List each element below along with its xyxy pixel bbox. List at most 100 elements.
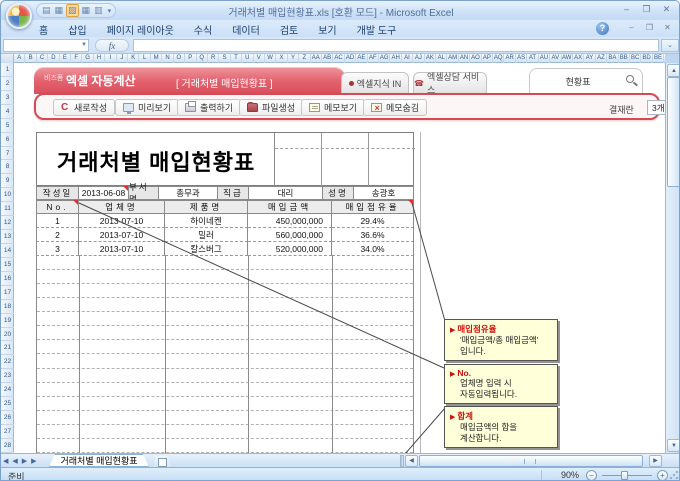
row-number[interactable]: 23 [1,369,14,384]
column-letter[interactable]: AK [425,54,437,63]
empty-row[interactable] [37,411,413,425]
empty-row[interactable] [37,354,413,369]
ribbon-tab-페이지 레이아웃[interactable]: 페이지 레이아웃 [97,20,184,37]
row-number[interactable]: 26 [1,411,14,425]
horizontal-scroll-thumb[interactable] [419,455,643,467]
info-value[interactable]: 총무과 [159,186,218,200]
메모숨김-button[interactable]: 메모숨김 [363,99,428,116]
ribbon-tab-데이터[interactable]: 데이터 [222,20,270,37]
column-letter[interactable]: AI [402,54,414,63]
column-letter[interactable]: C [37,54,49,63]
name-box[interactable] [3,39,89,52]
close-button[interactable]: ✕ [658,4,675,16]
table-cell[interactable]: 2013-07-10 [79,214,165,228]
row-number[interactable]: 1 [1,63,14,77]
column-letter[interactable]: BC [630,54,642,63]
column-letter[interactable]: F [71,54,83,63]
column-letter[interactable]: AV [550,54,562,63]
empty-row[interactable] [37,439,413,453]
workbook-close-button[interactable]: ✕ [660,23,675,34]
column-letter[interactable]: T [231,54,243,63]
row-number[interactable]: 6 [1,133,14,147]
column-letter[interactable]: H [94,54,106,63]
column-letter[interactable]: AB [322,54,334,63]
search-icon[interactable] [626,75,634,83]
table-cell[interactable]: 밀러 [165,228,248,242]
tab-excel-counsel[interactable]: ☎ 엑셀상담 서비스 [413,72,487,95]
column-letter[interactable]: AW [562,54,573,63]
column-letter[interactable]: D [48,54,60,63]
scroll-down-icon[interactable]: ▼ [667,439,679,452]
zoom-in-icon[interactable]: + [657,470,668,480]
empty-row[interactable] [37,312,413,327]
empty-row[interactable] [37,369,413,383]
table-cell[interactable]: 520,000,000 [248,242,332,256]
column-letter[interactable]: K [128,54,140,63]
column-letter[interactable]: AL [436,54,448,63]
empty-row[interactable] [37,284,413,299]
table-cell[interactable]: 칼스버그 [165,242,248,256]
table-cell[interactable]: 1 [36,214,79,228]
qat-icon[interactable]: ▤ [41,5,52,16]
ribbon-tab-검토[interactable]: 검토 [270,20,308,37]
column-letter[interactable]: AP [482,54,494,63]
next-sheet-icon[interactable]: ▶ [22,457,27,466]
column-letter[interactable]: B [25,54,37,63]
table-cell[interactable]: 3 [36,242,79,256]
column-letter[interactable]: Y [288,54,300,63]
name-box-dropdown-icon[interactable]: ▼ [79,39,89,50]
ribbon-tab-삽입[interactable]: 삽입 [58,20,96,37]
help-icon[interactable]: ? [596,22,609,35]
column-letter[interactable]: X [276,54,288,63]
sheet-tab-active[interactable]: 거래처별 매입현황표 [49,454,149,467]
info-value[interactable]: 대리 [249,186,323,200]
row-number[interactable]: 2 [1,77,14,91]
title-block[interactable]: 거래처별 매입현황표 [36,132,415,186]
vertical-scrollbar[interactable]: ▲ ▼ [665,63,679,453]
prev-sheet-icon[interactable]: ◀ [12,457,17,466]
row-number[interactable]: 9 [1,174,14,189]
qat-icon[interactable]: ▦ [81,5,92,16]
table-cell[interactable]: 하이네켄 [165,214,248,228]
column-letter[interactable]: A [14,54,26,63]
row-number[interactable]: 25 [1,397,14,412]
column-letter[interactable]: G [82,54,94,63]
qat-icon[interactable]: ▥ [93,5,104,16]
column-header[interactable]: 매입점유율 [332,200,414,214]
column-letter[interactable]: AG [379,54,391,63]
column-letter[interactable]: J [117,54,129,63]
column-header[interactable]: 매입금액 [248,200,332,214]
info-label[interactable]: 직급 [218,186,249,200]
row-number[interactable]: 12 [1,216,14,231]
미리보기-button[interactable]: 미리보기 [115,99,180,116]
row-number[interactable]: 10 [1,188,14,203]
column-letter[interactable]: AX [573,54,585,63]
column-letter[interactable]: AQ [493,54,505,63]
empty-row[interactable] [37,270,413,285]
scroll-left-icon[interactable]: ◀ [405,455,418,467]
row-number[interactable]: 13 [1,230,14,244]
출력하기-button[interactable]: 출력하기 [177,99,242,116]
table-cell[interactable]: 450,000,000 [248,214,332,228]
approval-count-select[interactable]: 3개 [647,100,665,115]
column-letter[interactable]: AO [470,54,482,63]
workbook-minimize-button[interactable]: – [624,23,639,34]
zoom-slider-thumb[interactable] [621,471,628,480]
table-cell[interactable]: 34.0% [332,242,414,256]
table-cell[interactable]: 2013-07-10 [79,242,165,256]
info-label[interactable]: 부서명 [129,182,159,204]
row-number[interactable]: 15 [1,258,14,272]
qat-icon[interactable]: ▦ [54,5,65,16]
column-letter[interactable]: R [208,54,220,63]
column-letter[interactable]: AT [527,54,539,63]
zoom-level[interactable]: 90% [551,470,579,480]
formula-bar-expand-button[interactable]: ⌄ [661,39,679,52]
column-letter[interactable]: BA [607,54,619,63]
table-cell[interactable]: 2 [36,228,79,242]
empty-row[interactable] [37,425,413,439]
formula-input[interactable] [133,39,659,52]
row-number[interactable]: 11 [1,202,14,217]
column-letter[interactable]: I [105,54,117,63]
tab-excel-knowledge[interactable]: 엑셀지식 IN [341,72,409,93]
column-letter[interactable]: P [185,54,197,63]
